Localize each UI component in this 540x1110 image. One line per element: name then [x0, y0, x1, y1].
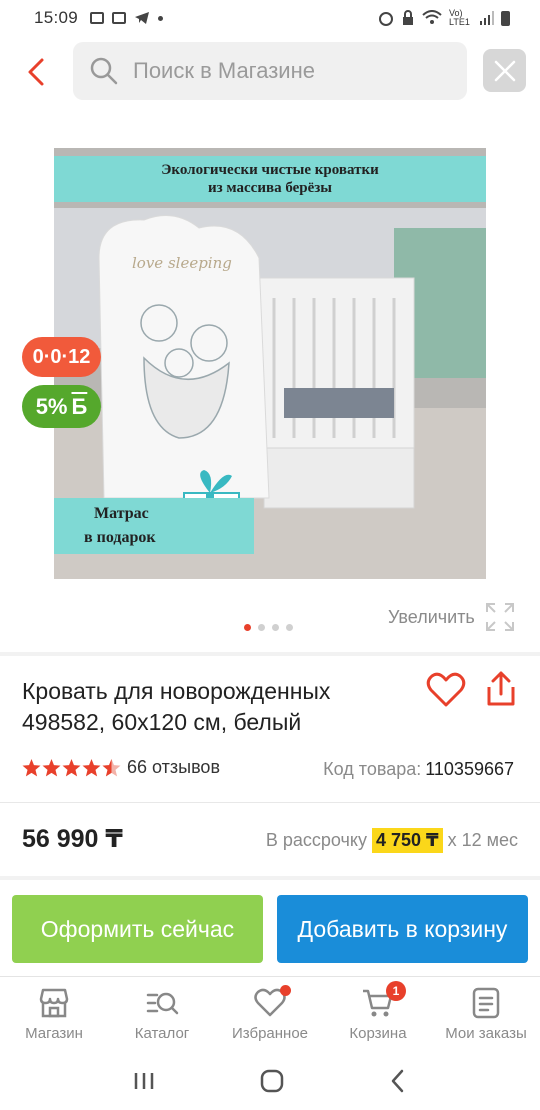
message-icon	[112, 12, 127, 24]
signal-icon	[480, 11, 494, 25]
add-to-cart-button[interactable]: Добавить в корзину	[277, 895, 528, 963]
system-nav-bar	[0, 1052, 540, 1110]
chevron-left-icon	[28, 58, 44, 86]
product-rating: 66 отзывов	[22, 757, 220, 778]
installment-info[interactable]: В рассрочку 4 750 ₸ х 12 мес	[266, 828, 518, 853]
promo-banner-line-1: Экологически чистые кроватки	[161, 162, 379, 178]
cart-count-badge: 1	[386, 981, 406, 1001]
promo-banner-line-2: из массива берёзы	[207, 180, 333, 196]
tab-shop-label: Магазин	[25, 1025, 83, 1042]
installment-amount: 4 750 ₸	[372, 828, 443, 853]
status-time: 15:09	[34, 8, 79, 27]
lock-icon	[403, 10, 413, 25]
back-nav-icon[interactable]	[388, 1069, 408, 1093]
product-code: Код товара: 110359667	[323, 759, 514, 780]
section-divider	[0, 652, 540, 656]
bonus-currency: Б	[71, 393, 88, 419]
bottom-tab-bar: Магазин Каталог Избранное 1 Корзина Мои …	[0, 976, 540, 1048]
pager-dot[interactable]	[272, 624, 279, 631]
bonus-percent: 5%	[35, 393, 68, 419]
search-icon	[90, 57, 118, 85]
pager-dot[interactable]	[244, 624, 251, 631]
tab-catalog-label: Каталог	[134, 1025, 190, 1042]
product-price: 56 990 ₸	[22, 825, 123, 853]
favorites-indicator-dot	[280, 985, 291, 996]
tab-shop[interactable]: Магазин	[0, 977, 108, 1048]
share-button[interactable]	[484, 670, 518, 708]
promo-banner-top: Экологически чистые кроватки из массива …	[54, 156, 486, 202]
telegram-icon	[135, 12, 150, 24]
star-icon	[42, 758, 61, 776]
search-input[interactable]	[133, 58, 443, 84]
product-title: Кровать для новорожденных 498582, 60x120…	[22, 678, 331, 735]
system-icons: Vo) LTE1	[378, 9, 510, 27]
header	[0, 42, 540, 102]
tab-catalog[interactable]: Каталог	[108, 977, 216, 1048]
wifi-icon	[422, 10, 442, 24]
star-icon	[62, 758, 81, 776]
gift-banner-line-2: в подарок	[84, 529, 156, 546]
notification-icons	[90, 11, 164, 25]
image-pager	[244, 624, 293, 631]
gift-banner: Матрас в подарок	[54, 498, 254, 554]
gift-banner-line-1: Матрас	[94, 505, 149, 522]
expand-icon	[485, 603, 514, 631]
alarm-icon	[379, 12, 393, 26]
recent-apps-icon[interactable]	[132, 1071, 156, 1091]
tab-orders[interactable]: Мои заказы	[432, 977, 540, 1048]
section-divider	[0, 876, 540, 880]
bonus-badge: 5% Б	[22, 385, 101, 428]
more-notifications-icon	[158, 15, 164, 21]
orders-icon	[472, 987, 500, 1019]
buy-now-button[interactable]: Оформить сейчас	[12, 895, 263, 963]
tab-orders-label: Мои заказы	[445, 1025, 527, 1042]
back-button[interactable]	[22, 56, 54, 88]
favorite-button[interactable]	[426, 672, 466, 708]
headboard-text: love sleeping	[132, 254, 232, 272]
pager-dot[interactable]	[258, 624, 265, 631]
close-button[interactable]	[483, 49, 526, 92]
installment-badge: 0·0·12	[22, 337, 101, 377]
zoom-label: Увеличить	[388, 606, 475, 627]
tab-cart[interactable]: 1 Корзина	[324, 977, 432, 1048]
shop-icon	[39, 988, 69, 1018]
search-bar[interactable]	[73, 42, 467, 100]
status-bar: 15:09 Vo) LTE1	[0, 0, 540, 36]
reviews-link[interactable]: 66 отзывов	[127, 757, 220, 778]
section-divider	[0, 802, 540, 803]
heart-icon	[426, 672, 466, 707]
product-code-value: 110359667	[425, 759, 514, 779]
battery-icon	[501, 10, 510, 26]
rating-stars	[22, 758, 121, 777]
zoom-button[interactable]: Увеличить	[388, 602, 515, 632]
share-icon	[487, 671, 515, 706]
product-image[interactable]: love sleeping Экологически чистые кроват…	[54, 148, 486, 579]
product-code-label: Код товара:	[323, 759, 422, 779]
star-icon	[22, 758, 41, 776]
tab-cart-label: Корзина	[349, 1025, 407, 1042]
star-half-icon	[102, 758, 121, 776]
installment-term: х 12 мес	[447, 830, 518, 850]
network-label: Vo) LTE1	[449, 8, 470, 27]
tab-favorites-label: Избранное	[231, 1025, 309, 1042]
catalog-icon	[146, 992, 179, 1015]
close-icon	[494, 60, 515, 81]
pager-dot[interactable]	[286, 624, 293, 631]
star-icon	[82, 758, 101, 776]
tab-favorites[interactable]: Избранное	[216, 977, 324, 1048]
gallery-icon	[90, 12, 105, 24]
installment-label: В рассрочку	[265, 830, 367, 850]
home-icon[interactable]	[260, 1069, 284, 1093]
